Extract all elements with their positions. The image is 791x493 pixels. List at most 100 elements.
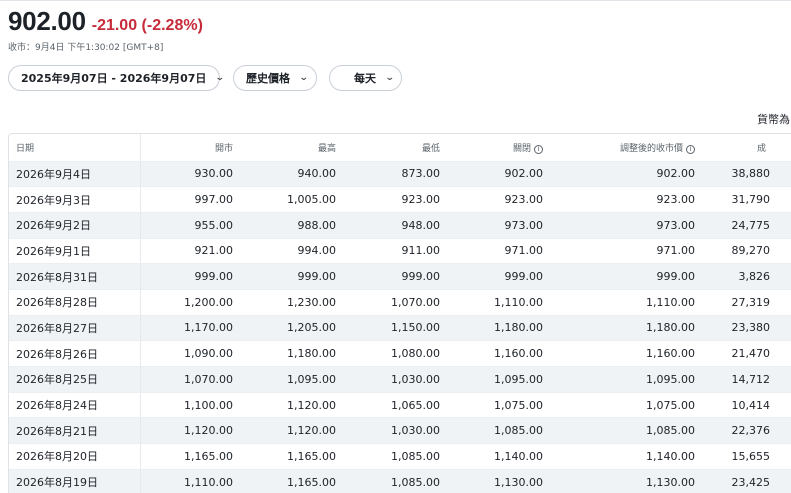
data-type-dropdown[interactable]: 歷史價格 ⌄ — [233, 65, 317, 91]
cell-open: 921.00 — [140, 237, 236, 264]
cell-volume-value: 21,470 — [731, 347, 771, 361]
cell-close: 973.00 — [443, 211, 546, 239]
cell-close: 1,160.00 — [443, 340, 546, 367]
top-divider — [0, 0, 791, 1]
cell-volume: 15,655 — [698, 443, 791, 470]
info-icon[interactable]: i — [686, 144, 695, 154]
cell-volume-value: 15,655 — [731, 449, 771, 463]
cell-volume: 21,470 — [698, 340, 791, 367]
cell-open: 997.00 — [140, 186, 236, 213]
header-adj-close: 調整後的收市價 i — [546, 134, 698, 161]
table-row: 2026年9月1日 921.00 994.00 911.00 971.00 971.00 8… — [9, 237, 791, 264]
table-header-row: 日期 開市 最高 最低 關閉 i 調整後的收市價 i 成 — [9, 134, 791, 161]
cell-adj-close: 973.00 — [546, 211, 698, 239]
cell-high: 940.00 — [236, 160, 339, 187]
cell-date: 2026年8月26日 — [9, 340, 141, 367]
cell-volume-value: 22,376 — [731, 424, 771, 438]
table-row: 2026年8月19日 1,110.00 1,165.00 1,085.00 1,130.… — [9, 468, 791, 493]
cell-date: 2026年9月2日 — [9, 211, 141, 239]
header-adj-close-label: 調整後的收市價 — [619, 143, 683, 154]
header-close: 關閉 i — [443, 134, 546, 161]
table-row: 2026年9月4日 930.00 940.00 873.00 902.00 902.00 3… — [9, 160, 791, 187]
table-row: 2026年9月2日 955.00 988.00 948.00 973.00 973.00 2… — [9, 211, 791, 239]
table-row: 2026年8月26日 1,090.00 1,180.00 1,080.00 1,160.… — [9, 340, 791, 367]
cell-high: 1,165.00 — [236, 443, 339, 470]
cell-adj-close: 1,085.00 — [546, 417, 698, 444]
cell-adj-close: 902.00 — [546, 160, 698, 187]
cell-close: 902.00 — [443, 160, 546, 187]
cell-high: 1,165.00 — [236, 468, 339, 493]
cell-volume-value: 24,775 — [731, 218, 771, 232]
cell-low: 911.00 — [339, 237, 443, 264]
cell-volume: 10,414 — [698, 391, 791, 418]
cell-date: 2026年8月28日 — [9, 288, 141, 316]
frequency-label: 每天 — [354, 72, 376, 85]
cell-adj-close: 1,110.00 — [546, 288, 698, 316]
header-close-label: 關閉 — [512, 143, 531, 154]
cell-low: 873.00 — [339, 160, 443, 187]
cell-high: 994.00 — [236, 237, 339, 264]
cell-close: 1,130.00 — [443, 468, 546, 493]
table-row: 2026年8月25日 1,070.00 1,095.00 1,030.00 1,095.… — [9, 366, 791, 393]
frequency-dropdown[interactable]: 每天 ⌄ — [329, 65, 402, 91]
cell-low: 1,030.00 — [339, 366, 443, 393]
cell-adj-close: 1,160.00 — [546, 340, 698, 367]
cell-volume: 27,319 — [698, 288, 791, 316]
header-date: 日期 — [9, 134, 141, 161]
cell-open: 1,165.00 — [140, 443, 236, 470]
cell-close: 1,095.00 — [443, 366, 546, 393]
cell-volume-value: 27,319 — [731, 295, 771, 309]
info-icon[interactable]: i — [534, 144, 543, 154]
cell-date: 2026年8月19日 — [9, 468, 141, 493]
cell-high: 1,180.00 — [236, 340, 339, 367]
cell-open: 1,110.00 — [140, 468, 236, 493]
cell-close: 999.00 — [443, 263, 546, 290]
cell-volume-value: 14,712 — [731, 372, 771, 386]
table-row: 2026年8月24日 1,100.00 1,120.00 1,065.00 1,075.… — [9, 391, 791, 418]
cell-adj-close: 1,095.00 — [546, 366, 698, 393]
cell-date: 2026年8月31日 — [9, 263, 141, 290]
chevron-down-icon: ⌄ — [215, 73, 226, 83]
cell-low: 1,070.00 — [339, 288, 443, 316]
date-range-dropdown[interactable]: 2025年9月07日 - 2026年9月07日 ⌄ — [8, 65, 225, 91]
cell-high: 1,005.00 — [236, 186, 339, 213]
cell-low: 1,080.00 — [339, 340, 443, 367]
cell-date: 2026年9月4日 — [9, 160, 141, 187]
cell-open: 1,100.00 — [140, 391, 236, 418]
cell-date: 2026年9月3日 — [9, 186, 141, 213]
cell-date: 2026年8月24日 — [9, 391, 141, 418]
cell-volume-value: 31,790 — [731, 193, 771, 207]
cell-close: 1,180.00 — [443, 314, 546, 341]
cell-date: 2026年8月27日 — [9, 314, 141, 341]
cell-volume-value: 23,425 — [731, 475, 771, 489]
cell-open: 955.00 — [140, 211, 236, 239]
cell-high: 988.00 — [236, 211, 339, 239]
cell-high: 999.00 — [236, 263, 339, 290]
table-row: 2026年8月27日 1,170.00 1,205.00 1,150.00 1,180.… — [9, 314, 791, 341]
cell-high: 1,120.00 — [236, 417, 339, 444]
cell-low: 1,085.00 — [339, 443, 443, 470]
cell-high: 1,230.00 — [236, 288, 339, 316]
cell-volume-value: 23,380 — [731, 321, 771, 335]
cell-volume: 14,712 — [698, 366, 791, 393]
quote-header: 902.00 -21.00 (-2.28%) — [8, 6, 203, 36]
historical-prices-table: 日期 開市 最高 最低 關閉 i 調整後的收市價 i 成 2026年9月4日 930.… — [8, 133, 791, 493]
cell-open: 1,170.00 — [140, 314, 236, 341]
chevron-down-icon: ⌄ — [298, 73, 309, 83]
header-high: 最高 — [317, 143, 336, 154]
cell-adj-close: 971.00 — [546, 237, 698, 264]
cell-close: 1,140.00 — [443, 443, 546, 470]
cell-open: 1,090.00 — [140, 340, 236, 367]
current-price: 902.00 — [8, 6, 86, 36]
cell-low: 999.00 — [339, 263, 443, 290]
cell-volume: 24,775 — [698, 211, 791, 239]
table-row: 2026年8月28日 1,200.00 1,230.00 1,070.00 1,110.… — [9, 288, 791, 316]
market-close-time: 收市：9月4日 下午1:30:02 [GMT+8] — [8, 43, 164, 53]
cell-date: 2026年8月25日 — [9, 366, 141, 393]
cell-volume: 38,880 — [698, 160, 791, 187]
cell-open: 999.00 — [140, 263, 236, 290]
cell-volume: 31,790 — [698, 186, 791, 213]
cell-low: 1,085.00 — [339, 468, 443, 493]
cell-low: 923.00 — [339, 186, 443, 213]
table-row: 2026年8月31日 999.00 999.00 999.00 999.00 999.00… — [9, 263, 791, 290]
